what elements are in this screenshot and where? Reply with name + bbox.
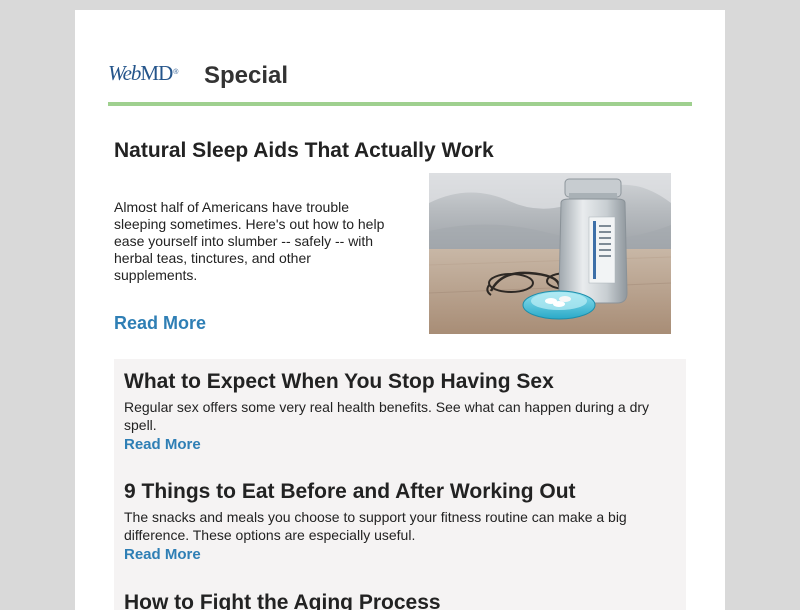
list-item: What to Expect When You Stop Having Sex … (124, 369, 669, 454)
logo-web-text: Web (108, 61, 141, 85)
story-headline[interactable]: 9 Things to Eat Before and After Working… (124, 479, 669, 505)
story-read-more-link[interactable]: Read More (124, 546, 201, 564)
header-divider (108, 102, 692, 106)
feature-headline[interactable]: Natural Sleep Aids That Actually Work (114, 138, 674, 164)
webmd-logo[interactable]: WebMD® (108, 60, 178, 86)
email-container: WebMD® Special Natural Sleep Aids That A… (75, 10, 725, 610)
list-item: How to Fight the Aging Process (124, 590, 669, 610)
logo-trademark: ® (173, 69, 179, 76)
pill-bottle-and-glasses-photo-icon (429, 173, 671, 334)
list-item: 9 Things to Eat Before and After Working… (124, 479, 669, 564)
story-description: Regular sex offers some very real health… (124, 399, 650, 433)
story-description: The snacks and meals you choose to suppo… (124, 509, 627, 543)
story-read-more-link[interactable]: Read More (124, 436, 201, 454)
story-headline[interactable]: What to Expect When You Stop Having Sex (124, 369, 669, 395)
logo-md-text: MD (140, 61, 173, 85)
story-headline[interactable]: How to Fight the Aging Process (124, 590, 669, 610)
feature-description: Almost half of Americans have trouble sl… (114, 199, 385, 283)
newsletter-title: Special (204, 62, 289, 89)
email-header: WebMD® Special (108, 60, 692, 106)
feature-read-more-link[interactable]: Read More (114, 312, 206, 334)
feature-image[interactable] (429, 173, 671, 334)
more-stories-box: What to Expect When You Stop Having Sex … (114, 359, 686, 610)
